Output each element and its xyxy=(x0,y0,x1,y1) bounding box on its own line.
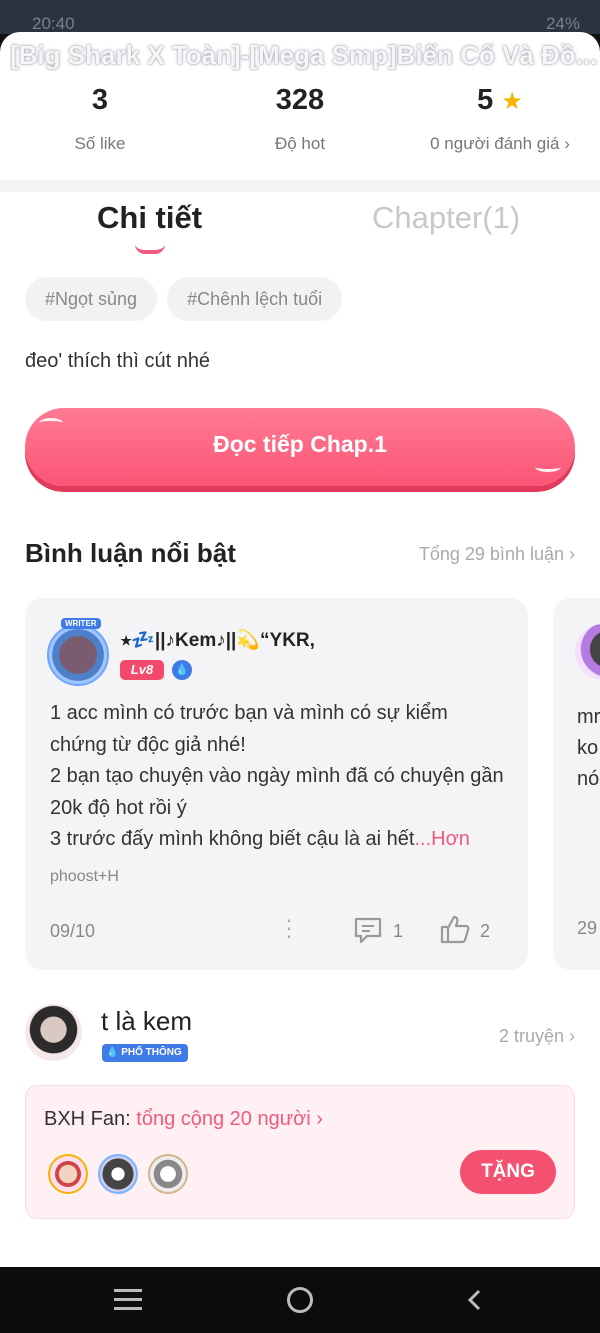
writer-tag: WRITER xyxy=(61,618,101,629)
fan-total-link[interactable]: tổng cộng 20 người › xyxy=(136,1108,323,1130)
avatar[interactable] xyxy=(575,624,600,680)
comment-username[interactable]: ⭑💤||♪Kem♪||💫“YKR, xyxy=(121,628,315,652)
story-detail-sheet: 3 Số like 328 Độ hot 5 ★ 0 người đánh gi… xyxy=(0,32,600,1267)
tag-item[interactable]: #Ngọt sủng xyxy=(25,277,158,321)
author-name[interactable]: t là kem xyxy=(101,1006,192,1037)
rating-stat[interactable]: 5 ★ 0 người đánh giá › xyxy=(420,84,580,154)
section-divider xyxy=(0,180,600,192)
comments-total-link[interactable]: Tổng 29 bình luận › xyxy=(419,544,575,565)
hot-stat: 328 Độ hot xyxy=(240,84,360,154)
star-icon: ★ xyxy=(501,88,523,115)
read-more-link[interactable]: ...Hơn xyxy=(414,828,469,850)
fan-label-text: BXH Fan: xyxy=(44,1108,131,1130)
tag-item[interactable]: #Chênh lệch tuổi xyxy=(167,277,343,321)
reply-count: 1 xyxy=(393,921,404,941)
comment-text: mr ko nó xyxy=(577,706,600,790)
level-badge: Lv8 xyxy=(120,660,164,680)
author-tier-badge: 💧 PHỔ THÔNG xyxy=(102,1044,188,1062)
comment-signature: phoost+H xyxy=(50,868,119,885)
system-nav-bar xyxy=(0,1267,600,1333)
tag-list: #Ngọt sủng #Chênh lệch tuổi xyxy=(25,277,352,321)
comment-date: 09/10 xyxy=(50,921,96,941)
fan-avatar[interactable] xyxy=(148,1154,188,1194)
thumbs-up-icon[interactable] xyxy=(439,914,471,944)
button-shine xyxy=(535,462,561,472)
author-avatar[interactable] xyxy=(25,1004,82,1061)
fan-ranking-box: BXH Fan: tổng cộng 20 người › TẶNG xyxy=(25,1085,575,1219)
tab-chapter[interactable]: Chapter(1) xyxy=(372,200,520,236)
tab-bar: Chi tiết Chapter(1) xyxy=(0,200,600,260)
author-tier-label: PHỔ THÔNG xyxy=(121,1047,182,1058)
author-story-count[interactable]: 2 truyện › xyxy=(499,1026,575,1047)
like-count: 3 xyxy=(91,84,109,116)
fan-ranking-label[interactable]: BXH Fan: tổng cộng 20 người › xyxy=(44,1108,323,1131)
comment-date: 29 xyxy=(577,918,598,938)
gift-button[interactable]: TẶNG xyxy=(460,1150,556,1194)
story-title: [Big Shark X Toàn]-[Mega Smp]Biến Cố Và … xyxy=(10,40,598,70)
like-stat: 3 Số like xyxy=(50,84,150,154)
fan-avatar[interactable] xyxy=(98,1154,138,1194)
stats-row: 3 Số like 328 Độ hot 5 ★ 0 người đánh gi… xyxy=(0,84,600,194)
comments-title: Bình luận nổi bật xyxy=(25,538,236,568)
recent-apps-icon[interactable] xyxy=(114,1289,142,1311)
comment-card[interactable]: WRITER ⭑💤||♪Kem♪||💫“YKR, Lv8 💧 1 acc mìn… xyxy=(25,598,528,970)
fan-avatar[interactable] xyxy=(48,1154,88,1194)
continue-reading-label: Đọc tiếp Chap.1 xyxy=(213,431,387,457)
hot-label: Độ hot xyxy=(274,134,326,153)
hot-count: 328 xyxy=(275,84,325,116)
comment-card[interactable]: mr ko nó 29 xyxy=(553,598,600,970)
more-options-icon[interactable]: · · · xyxy=(283,909,295,947)
avatar[interactable]: WRITER xyxy=(47,618,109,686)
home-icon[interactable] xyxy=(287,1287,313,1313)
reply-icon[interactable] xyxy=(353,916,383,944)
rating-label: 0 người đánh giá › xyxy=(430,134,570,153)
status-time: 20:40 xyxy=(32,14,75,33)
comment-body[interactable]: 1 acc mình có trước bạn và mình có sự ki… xyxy=(50,698,510,856)
like-label: Số like xyxy=(74,134,126,153)
water-drop-icon: 💧 xyxy=(172,660,192,680)
status-bar: 20:40 24% xyxy=(0,0,600,34)
rating-value: 5 xyxy=(477,84,494,116)
tab-active-indicator xyxy=(135,244,165,254)
tab-detail[interactable]: Chi tiết xyxy=(97,200,202,236)
continue-reading-button[interactable]: Đọc tiếp Chap.1 xyxy=(25,408,575,486)
button-shine xyxy=(39,418,63,428)
author-row[interactable]: t là kem 💧 PHỔ THÔNG 2 truyện › xyxy=(25,1004,575,1064)
battery-level: 24% xyxy=(545,14,580,33)
comments-header: Bình luận nổi bật Tổng 29 bình luận › xyxy=(25,538,575,578)
like-count: 2 xyxy=(480,921,491,941)
story-description: đeo' thích thì cút nhé xyxy=(25,350,211,372)
back-icon[interactable] xyxy=(466,1289,482,1311)
